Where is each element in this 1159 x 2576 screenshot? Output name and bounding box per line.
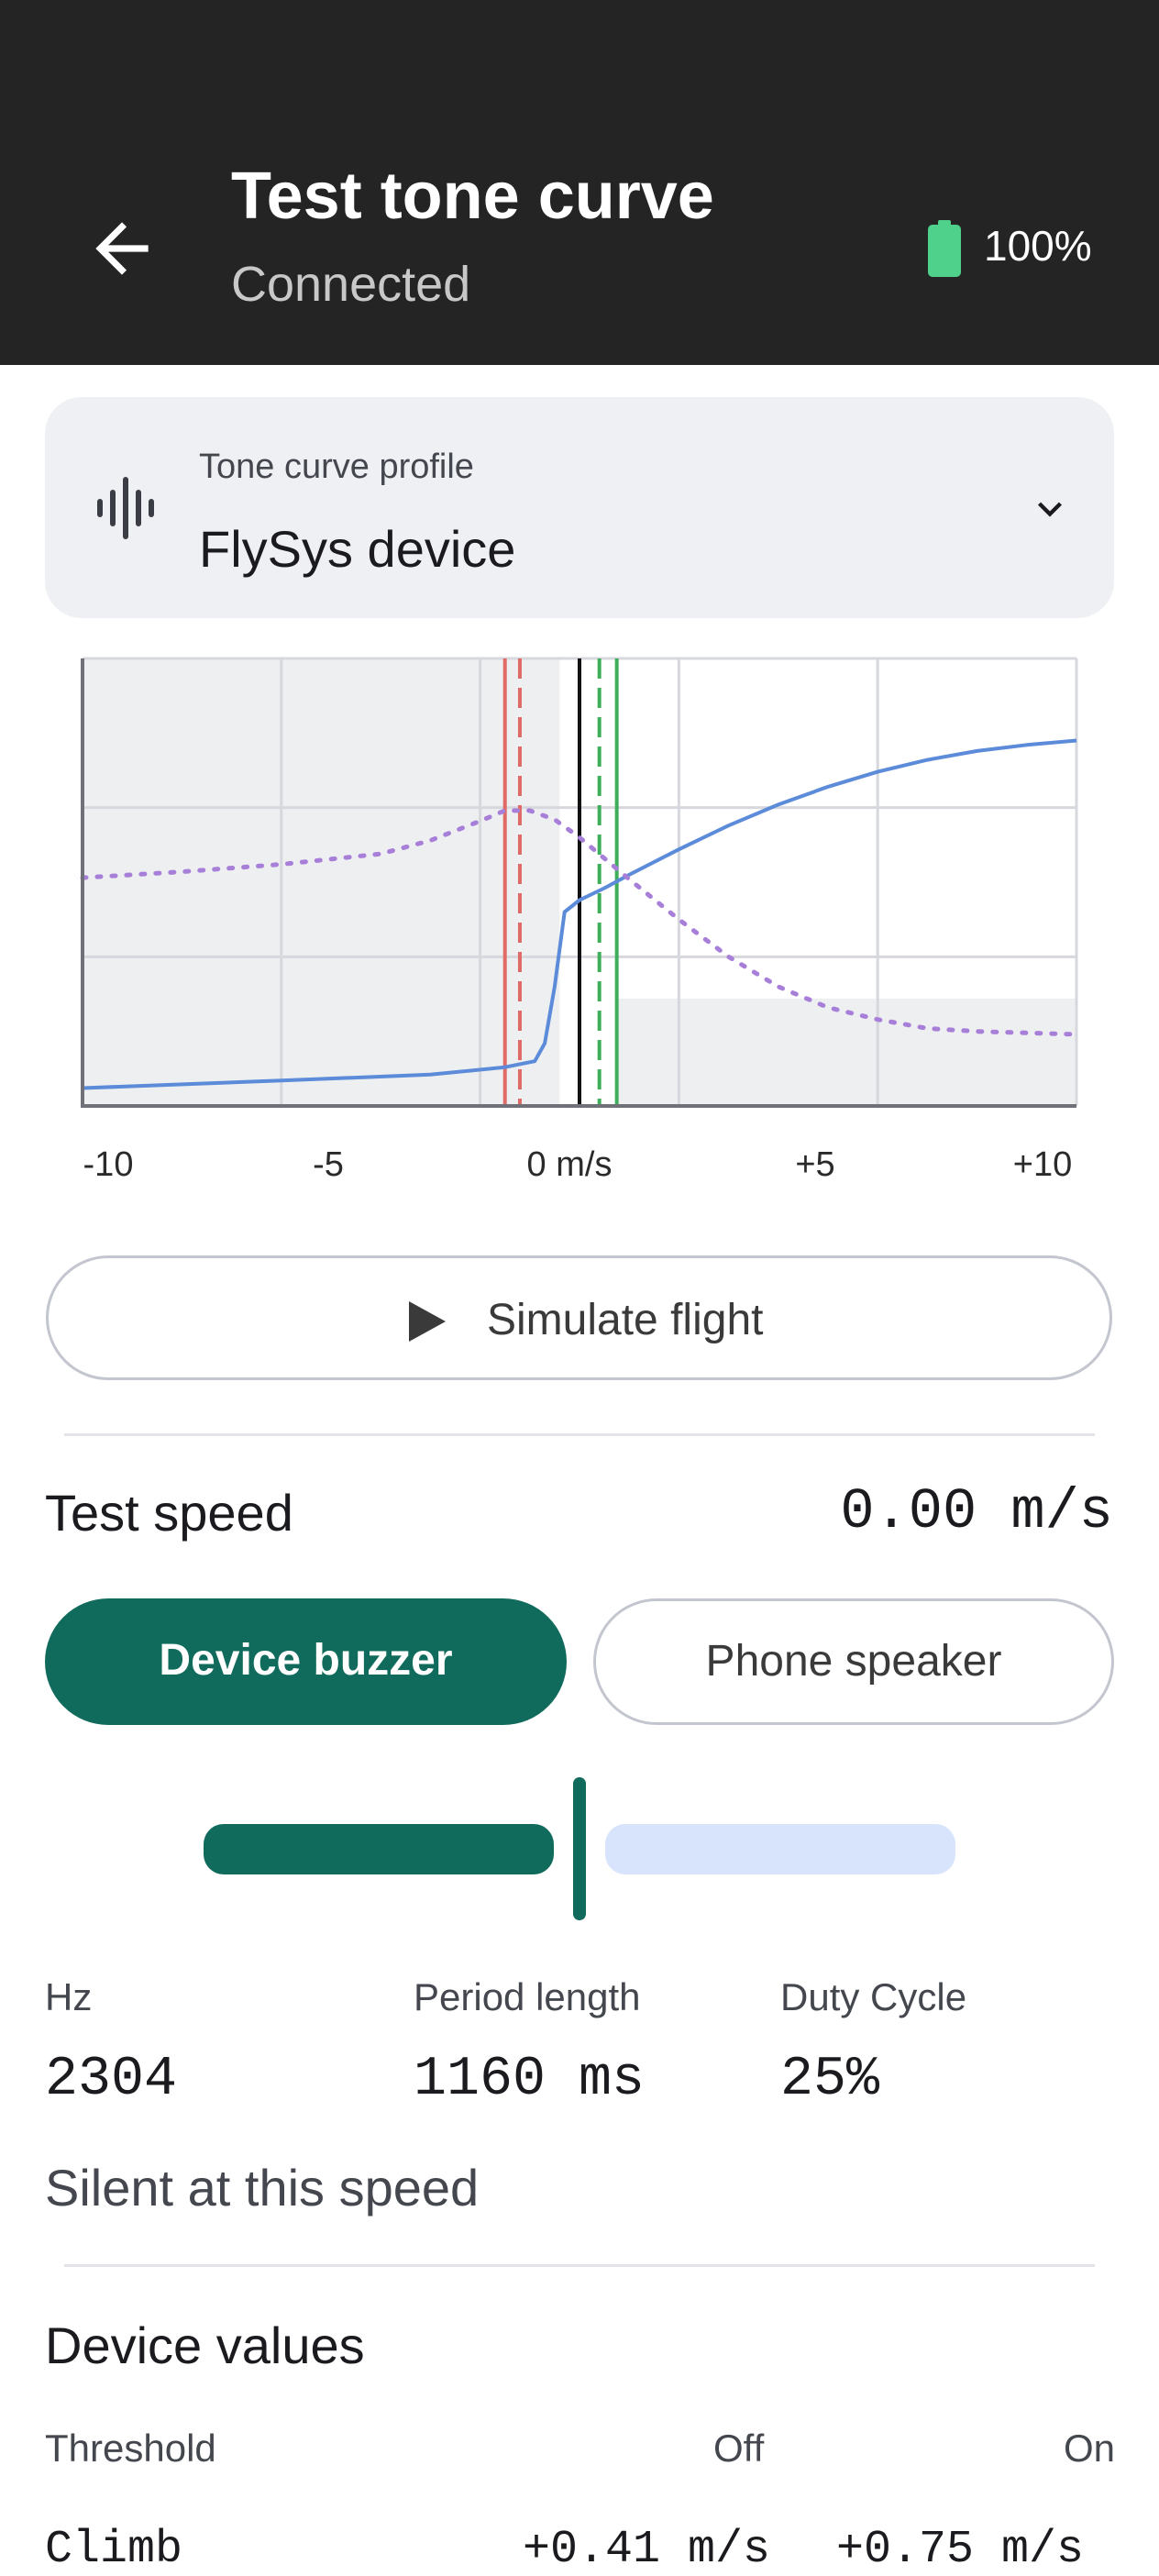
simulate-flight-label: Simulate flight bbox=[487, 1296, 764, 1344]
play-icon bbox=[409, 1301, 446, 1342]
x-tick-label: -5 bbox=[313, 1145, 344, 1184]
device-buzzer-button[interactable]: Device buzzer bbox=[45, 1598, 567, 1725]
off-header: Off bbox=[713, 2427, 765, 2470]
slider-active-track bbox=[204, 1824, 554, 1874]
profile-label: Tone curve profile bbox=[199, 448, 474, 486]
divider bbox=[64, 2264, 1095, 2267]
threshold-header: Threshold bbox=[45, 2427, 216, 2470]
shaded-region bbox=[83, 658, 560, 1106]
waveform-icon bbox=[97, 477, 154, 539]
test-speed-slider[interactable] bbox=[204, 1777, 955, 1920]
duty-cycle-label: Duty Cycle bbox=[780, 1975, 967, 2018]
test-speed-label: Test speed bbox=[45, 1484, 293, 1542]
x-tick-label: -10 bbox=[83, 1145, 134, 1184]
battery-icon bbox=[928, 220, 961, 277]
app-bar: Test tone curve Connected 100% bbox=[0, 0, 1159, 365]
x-tick-label: +10 bbox=[1013, 1145, 1072, 1184]
test-speed-value: 0.00 m/s bbox=[840, 1479, 1113, 1544]
climb-row-on: +0.75 m/s bbox=[836, 2524, 1085, 2576]
period-length-value: 1160 ms bbox=[414, 2049, 646, 2111]
battery-percent: 100% bbox=[984, 222, 1092, 270]
phone-speaker-button[interactable]: Phone speaker bbox=[593, 1598, 1114, 1725]
climb-row-off: +0.41 m/s bbox=[523, 2524, 771, 2576]
period-length-label: Period length bbox=[414, 1975, 641, 2018]
duty-cycle-value: 25% bbox=[780, 2049, 880, 2111]
tone-curve-profile-dropdown[interactable]: Tone curve profile FlySys device bbox=[45, 397, 1114, 618]
chevron-down-icon bbox=[1038, 502, 1062, 517]
page-title: Test tone curve bbox=[231, 160, 714, 233]
climb-row-name: Climb bbox=[45, 2524, 183, 2576]
device-values-title: Device values bbox=[45, 2316, 365, 2374]
hz-value: 2304 bbox=[45, 2049, 178, 2111]
slider-handle[interactable] bbox=[573, 1777, 586, 1920]
connection-status: Connected bbox=[231, 257, 471, 312]
divider bbox=[64, 1433, 1095, 1436]
profile-value: FlySys device bbox=[199, 520, 516, 578]
x-tick-label: +5 bbox=[795, 1145, 834, 1184]
back-arrow-icon[interactable] bbox=[83, 209, 161, 288]
slider-inactive-track bbox=[605, 1824, 955, 1874]
simulate-flight-button[interactable]: Simulate flight bbox=[46, 1255, 1112, 1380]
tone-curve-chart: -10 -5 0 m/s +5 +10 bbox=[80, 657, 1079, 1184]
silent-status: Silent at this speed bbox=[45, 2159, 480, 2217]
hz-label: Hz bbox=[45, 1975, 93, 2018]
shaded-region bbox=[616, 998, 1076, 1106]
on-header: On bbox=[1064, 2427, 1116, 2470]
x-tick-label: 0 m/s bbox=[527, 1145, 613, 1184]
